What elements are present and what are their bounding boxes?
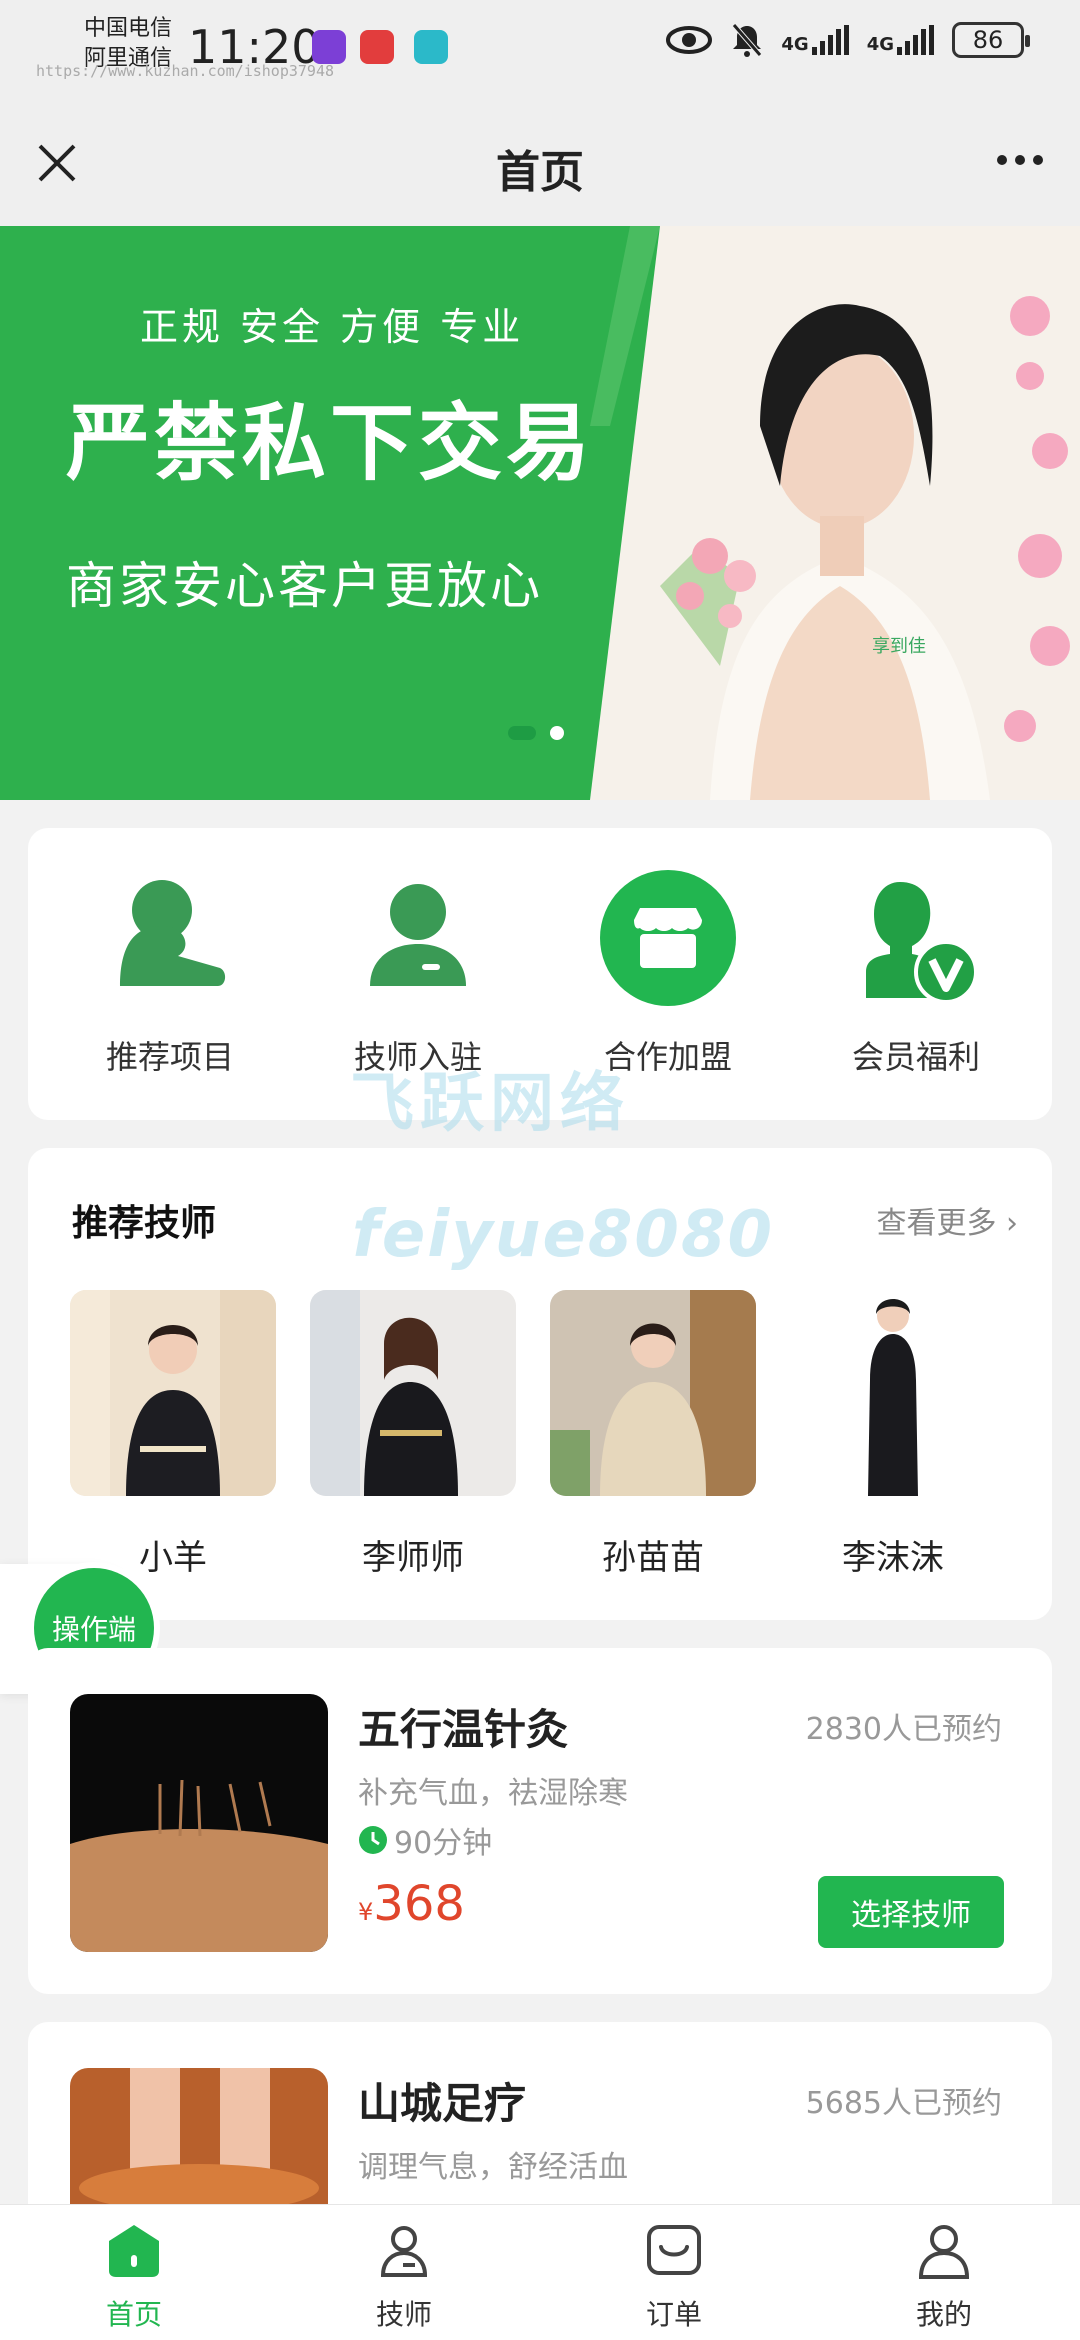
service-thumbnail — [70, 1694, 328, 1952]
mute-bell-icon — [732, 23, 763, 57]
therapist-card[interactable]: 孙苗苗 — [550, 1290, 756, 1579]
more-dot-icon — [1015, 155, 1025, 165]
more-dot-icon — [1033, 155, 1043, 165]
technician-icon — [370, 884, 466, 986]
banner-headline: 严禁私下交易 — [66, 394, 595, 492]
clock: 11:20 — [188, 20, 321, 74]
choose-therapist-button[interactable]: 选择技师 — [818, 1876, 1004, 1948]
carousel-indicator — [508, 726, 564, 740]
section-title: 推荐技师 — [72, 1203, 217, 1244]
quick-item-recommended[interactable]: 推荐项目 — [70, 868, 270, 1078]
service-card[interactable]: 五行温针灸 2830人已预约 补充气血，祛湿除寒 90分钟 ¥368 选择技师 — [28, 1648, 1052, 1994]
notification-app-icon — [312, 30, 346, 64]
see-more-label: 查看更多 — [876, 1206, 997, 1241]
see-more-link[interactable]: 查看更多 › — [876, 1198, 1018, 1242]
therapist-photo — [310, 1290, 516, 1496]
booked-count: 2830人已预约 — [805, 1712, 1002, 1747]
signal-2: 4G — [867, 25, 934, 55]
more-dot-icon — [997, 155, 1007, 165]
quick-item-franchise[interactable]: 合作加盟 — [568, 868, 768, 1078]
promo-banner[interactable]: 正规 安全 方便 专业 严禁私下交易 商家安心客户更放心 享到佳 — [0, 226, 1080, 800]
quick-item-technician-join[interactable]: 技师入驻 — [318, 868, 518, 1078]
quick-item-label: 推荐项目 — [105, 1038, 234, 1076]
carrier-1: 中国电信 — [84, 16, 173, 41]
status-bar: 中国电信 阿里通信 https://www.kuzhan.com/ishop37… — [0, 0, 1080, 100]
user-icon — [918, 2225, 970, 2279]
signal-1: 4G — [781, 25, 849, 55]
service-description: 调理气息，舒经活血 — [358, 2150, 628, 2185]
notification-app-icon — [414, 30, 448, 64]
banner-photo-tag: 享到佳 — [872, 636, 926, 657]
service-description: 补充气血，祛湿除寒 — [358, 1776, 628, 1811]
watermark-text: 飞跃网络 — [350, 1067, 630, 1141]
tab-label: 技师 — [375, 2298, 432, 2331]
banner-model-photo — [590, 226, 1080, 800]
therapist-card[interactable]: 李沫沫 — [790, 1290, 996, 1579]
tab-mine[interactable]: 我的 — [874, 2219, 1014, 2333]
vip-member-icon — [866, 882, 978, 1004]
therapist-photo — [790, 1290, 996, 1496]
tab-home[interactable]: 首页 — [64, 2219, 204, 2333]
therapist-card[interactable]: 李师师 — [310, 1290, 516, 1579]
tab-label: 我的 — [915, 2298, 972, 2331]
service-duration: 90分钟 — [358, 1818, 492, 1862]
therapist-card[interactable]: 小羊 — [70, 1290, 276, 1579]
bottom-tab-bar: 首页 技师 订单 我的 — [0, 2204, 1080, 2340]
currency-symbol: ¥ — [358, 1898, 374, 1926]
quick-item-label: 会员福利 — [851, 1038, 980, 1076]
store-icon — [600, 870, 736, 1006]
therapist-photo — [550, 1290, 756, 1496]
technician-icon — [380, 2226, 428, 2277]
carousel-dot[interactable] — [550, 726, 564, 740]
booked-count: 5685人已预约 — [805, 2086, 1002, 2121]
tab-label: 首页 — [105, 2298, 162, 2331]
tab-technician[interactable]: 技师 — [334, 2219, 474, 2333]
carousel-dot-active[interactable] — [508, 726, 536, 740]
notification-app-icon — [360, 30, 394, 64]
therapist-name: 李师师 — [362, 1538, 464, 1578]
therapist-name: 李沫沫 — [842, 1538, 944, 1578]
watermark-text: feiyue8080 — [352, 1198, 774, 1272]
therapist-photo — [70, 1290, 276, 1496]
tab-label: 订单 — [645, 2298, 702, 2331]
battery-indicator: 86 — [952, 22, 1030, 58]
clock-icon — [359, 1826, 387, 1854]
page-title: 首页 — [496, 147, 584, 198]
status-indicators: 4G 4G 86 — [665, 22, 1030, 58]
more-button[interactable] — [990, 140, 1050, 180]
banner-slogan: 正规 安全 方便 专业 — [140, 305, 525, 349]
price-value: 368 — [373, 1876, 465, 1932]
home-icon — [109, 2225, 159, 2277]
therapist-name: 孙苗苗 — [602, 1538, 704, 1578]
chevron-right-icon: › — [1006, 1206, 1018, 1241]
service-name: 山城足疗 — [358, 2079, 527, 2128]
eye-icon — [666, 26, 713, 54]
tab-orders[interactable]: 订单 — [604, 2219, 744, 2333]
order-bag-icon — [647, 2225, 701, 2275]
service-price: ¥368 — [358, 1876, 465, 1932]
title-bar: 首页 — [0, 100, 1080, 226]
banner-subline: 商家安心客户更放心 — [66, 557, 543, 615]
quick-item-member-benefits[interactable]: 会员福利 — [816, 868, 1016, 1078]
person-icon — [120, 880, 226, 986]
duration-text: 90分钟 — [394, 1826, 493, 1861]
service-name: 五行温针灸 — [358, 1705, 569, 1754]
